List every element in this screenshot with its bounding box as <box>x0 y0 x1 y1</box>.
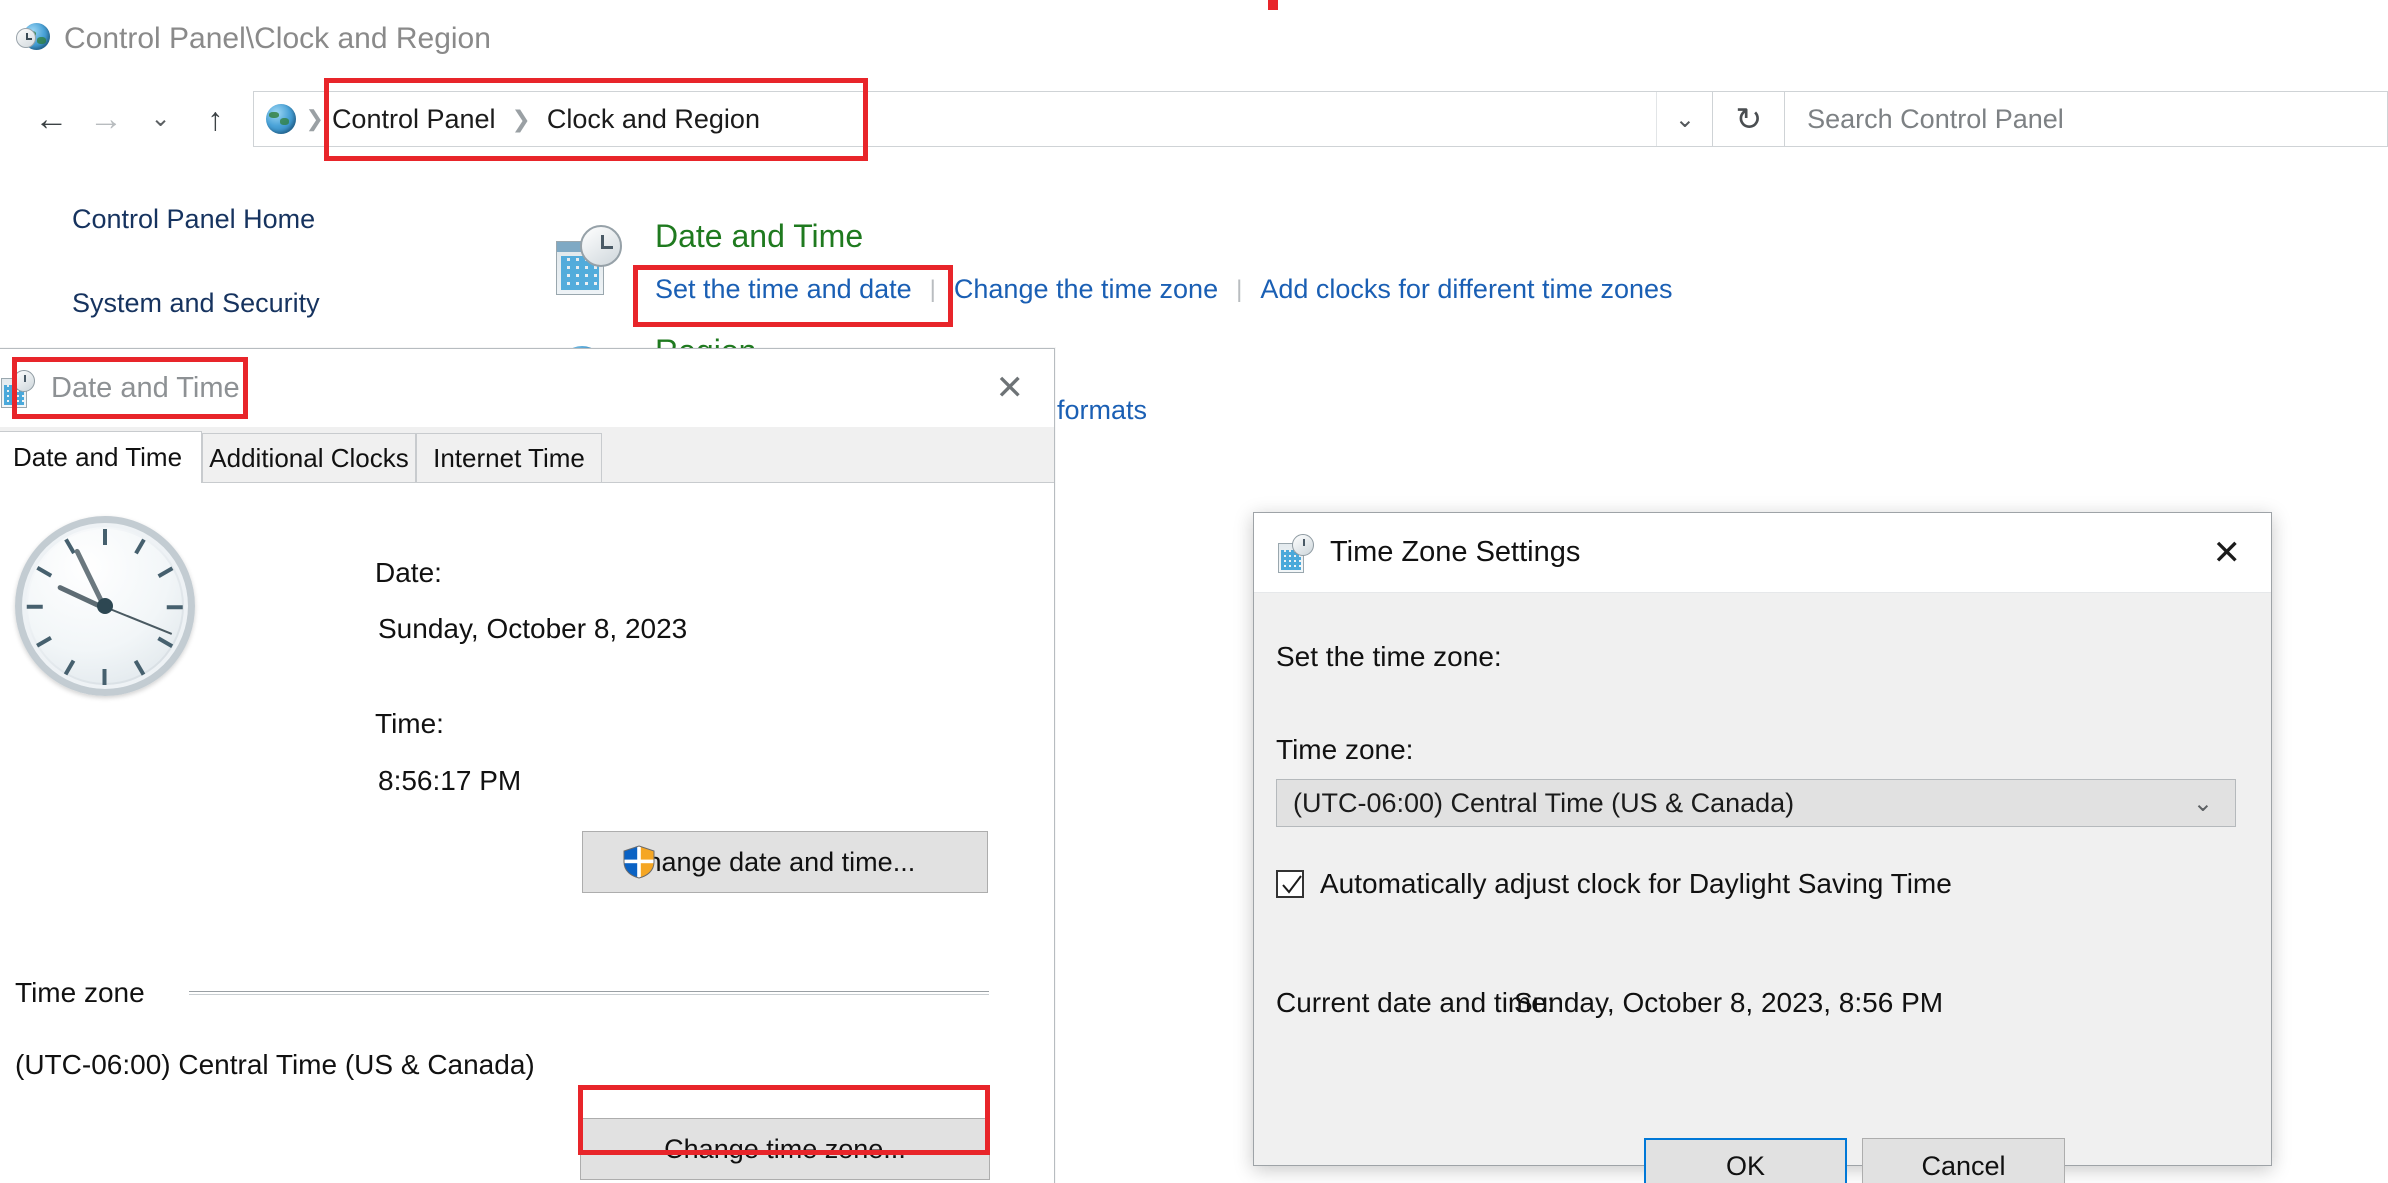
analog-clock-icon <box>15 516 195 696</box>
task-divider: | <box>1236 275 1243 303</box>
time-zone-group-label: Time zone <box>15 977 145 1008</box>
date-and-time-dialog: Date and Time ✕ Date and Time Additional… <box>0 348 1055 1183</box>
ok-button[interactable]: OK <box>1644 1138 1847 1183</box>
date-and-time-task-links: Set the time and date | Change the time … <box>655 274 1673 305</box>
current-date-and-time-label: Current date and time: <box>1276 987 1555 1018</box>
time-zone-dialog-body: Set the time zone: Time zone: (UTC-06:00… <box>1254 594 2271 1183</box>
date-and-time-tab-panel: Date: Sunday, October 8, 2023 Time: 8:56… <box>0 483 1054 1183</box>
set-the-time-zone-label: Set the time zone: <box>1276 641 1502 672</box>
change-date-and-time-button-label: Change date and time... <box>627 846 916 877</box>
date-and-time-dialog-title-bar: Date and Time ✕ <box>0 349 1054 427</box>
time-zone-dialog-title-bar: Time Zone Settings ✕ <box>1254 513 2271 593</box>
window-title-bar: Control Panel\Clock and Region <box>0 0 2388 78</box>
date-and-time-icon <box>552 225 622 295</box>
current-date-and-time-value: Sunday, October 8, 2023, 8:56 PM <box>1514 987 1944 1018</box>
breadcrumb-root-chevron-icon[interactable]: ❯ <box>306 106 324 132</box>
time-zone-select[interactable]: (UTC-06:00) Central Time (US & Canada) ⌄ <box>1276 779 2236 827</box>
control-panel-globe-clock-icon <box>16 22 50 56</box>
close-icon[interactable]: ✕ <box>2213 536 2242 570</box>
group-divider <box>189 991 989 995</box>
time-zone-dialog-title: Time Zone Settings <box>1330 536 1581 568</box>
change-date-and-time-button[interactable]: Change date and time... <box>582 831 988 893</box>
breadcrumb-control-panel[interactable]: Control Panel <box>326 102 502 137</box>
search-placeholder: Search Control Panel <box>1807 103 2064 134</box>
explorer-toolbar: ← → ⌄ ↑ ❯ Control Panel ❯ Clock and Regi… <box>0 78 2388 160</box>
time-zone-selected-value: (UTC-06:00) Central Time (US & Canada) <box>1293 787 1795 818</box>
dst-checkbox-label: Automatically adjust clock for Daylight … <box>1320 868 1952 899</box>
date-value: Sunday, October 8, 2023 <box>378 613 688 644</box>
dst-checkbox-row[interactable]: Automatically adjust clock for Daylight … <box>1276 868 1952 900</box>
address-dropdown-button[interactable]: ⌄ <box>1656 92 1712 146</box>
date-and-time-icon <box>0 370 35 408</box>
section-heading-date-and-time: Date and Time <box>655 218 864 254</box>
link-set-the-time-and-date[interactable]: Set the time and date <box>655 274 912 305</box>
time-zone-settings-dialog: Time Zone Settings ✕ Set the time zone: … <box>1253 512 2272 1183</box>
control-panel-globe-icon <box>264 102 298 136</box>
tab-internet-time[interactable]: Internet Time <box>416 433 602 483</box>
date-and-time-tabstrip: Date and Time Additional Clocks Internet… <box>0 427 1054 484</box>
search-input[interactable]: Search Control Panel <box>1785 91 2388 147</box>
change-time-zone-button[interactable]: Change time zone... <box>580 1118 990 1180</box>
sidebar-item-control-panel-home[interactable]: Control Panel Home <box>72 204 315 235</box>
time-value: 8:56:17 PM <box>378 765 522 796</box>
forward-button[interactable]: → <box>79 90 134 148</box>
up-button[interactable]: ↑ <box>188 90 243 148</box>
ok-button-label: OK <box>1725 1150 1765 1181</box>
time-zone-value: (UTC-06:00) Central Time (US & Canada) <box>15 1049 535 1080</box>
time-label: Time: <box>375 708 444 739</box>
link-change-the-time-zone[interactable]: Change the time zone <box>954 274 1218 305</box>
back-button[interactable]: ← <box>24 90 79 148</box>
link-add-clocks-for-different-time-zones[interactable]: Add clocks for different time zones <box>1260 274 1672 305</box>
task-divider: | <box>929 275 936 303</box>
uac-shield-icon <box>623 845 655 879</box>
window-title-text: Control Panel\Clock and Region <box>64 22 491 55</box>
address-bar[interactable]: ❯ Control Panel ❯ Clock and Region ⌄ <box>252 91 1714 147</box>
chevron-right-icon[interactable]: ❯ <box>512 106 531 133</box>
check-icon <box>1282 875 1302 894</box>
change-time-zone-button-label: Change time zone... <box>664 1133 906 1164</box>
date-and-time-dialog-title: Date and Time <box>51 371 240 404</box>
cancel-button[interactable]: Cancel <box>1862 1138 2065 1183</box>
time-zone-label: Time zone: <box>1276 734 1414 765</box>
sidebar-item-system-and-security[interactable]: System and Security <box>72 288 320 319</box>
time-zone-icon <box>1276 533 1314 573</box>
tab-additional-clocks[interactable]: Additional Clocks <box>202 433 416 483</box>
close-icon[interactable]: ✕ <box>996 371 1025 405</box>
link-change-date-time-or-number-formats[interactable]: formats <box>1057 395 1147 426</box>
recent-locations-button[interactable]: ⌄ <box>133 90 188 148</box>
cancel-button-label: Cancel <box>1921 1150 2006 1181</box>
refresh-button[interactable]: ↻ <box>1713 91 1786 147</box>
date-label: Date: <box>375 557 442 588</box>
dst-checkbox[interactable] <box>1276 870 1304 898</box>
tab-date-and-time[interactable]: Date and Time <box>0 431 202 484</box>
breadcrumb-clock-and-region[interactable]: Clock and Region <box>541 102 766 137</box>
chevron-down-icon: ⌄ <box>2192 789 2213 817</box>
